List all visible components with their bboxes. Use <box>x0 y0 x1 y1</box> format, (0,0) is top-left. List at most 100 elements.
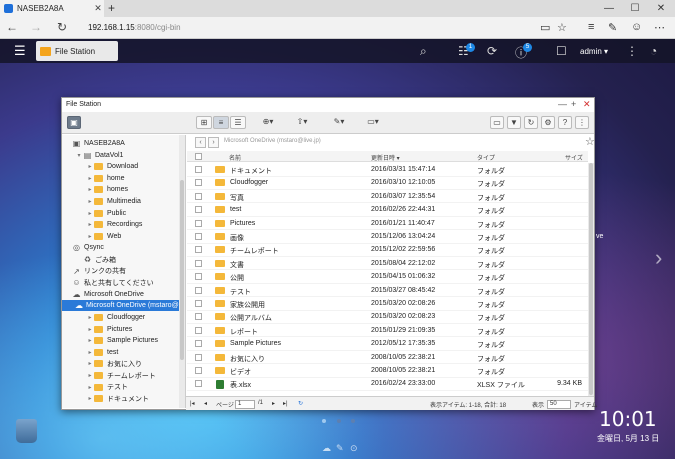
last-page-icon[interactable]: ▸| <box>283 400 288 407</box>
tree-item[interactable]: ♻ ごみ箱 <box>62 254 116 265</box>
bookmark-star-icon[interactable]: ☆ <box>585 135 595 148</box>
column-modified[interactable]: 更新日時 ▾ <box>371 153 400 162</box>
path-back-icon[interactable]: ‹ <box>195 137 206 148</box>
file-row[interactable]: お気に入り 2008/10/05 22:38:21 フォルダ <box>187 351 588 365</box>
tree-expand-icon[interactable]: ▸ <box>86 198 94 205</box>
tree-expand-icon[interactable]: ▸ <box>86 221 94 228</box>
tree-expand-icon[interactable]: ▸ <box>86 372 94 379</box>
row-checkbox[interactable] <box>195 367 202 374</box>
desktop-page-dot-2[interactable] <box>337 419 341 423</box>
web-note-icon[interactable]: ✎ <box>608 21 617 34</box>
file-list-scroll-thumb[interactable] <box>589 163 593 395</box>
detail-view-icon[interactable]: ☰ <box>230 116 246 129</box>
row-checkbox[interactable] <box>195 166 202 173</box>
next-page-icon[interactable]: ▸ <box>272 400 275 407</box>
tree-scrollbar[interactable] <box>179 135 185 408</box>
tree-item[interactable]: ▸ Web <box>62 231 121 242</box>
hub-icon[interactable]: ≡ <box>588 21 594 33</box>
dashboard-icon[interactable]: ◔ <box>650 44 657 58</box>
panel-toggle-icon[interactable]: ▣ <box>67 116 81 129</box>
thumbnail-view-icon[interactable]: ⊞ <box>196 116 212 129</box>
column-size[interactable]: サイズ <box>565 153 583 162</box>
file-row[interactable]: 公開 2015/04/15 01:06:32 フォルダ <box>187 270 588 284</box>
tree-expand-icon[interactable]: ▸ <box>86 314 94 321</box>
tree-expand-icon[interactable]: ▸ <box>86 210 94 217</box>
file-row[interactable]: 家族公開用 2015/03/20 02:08:26 フォルダ <box>187 297 588 311</box>
info-panel-icon[interactable]: ▭ <box>490 116 504 129</box>
help-icon[interactable]: ? <box>558 116 572 129</box>
myqnapcloud-icon[interactable]: ☁ <box>322 443 331 454</box>
file-row[interactable]: テスト 2015/03/27 08:45:42 フォルダ <box>187 284 588 298</box>
tree-expand-icon[interactable]: ▸ <box>86 326 94 333</box>
reading-view-icon[interactable]: ▭ <box>540 21 550 34</box>
page-input[interactable]: 1 <box>235 400 255 409</box>
recycle-bin-icon[interactable] <box>16 419 37 443</box>
file-station-taskbar-tab[interactable]: File Station <box>36 41 118 61</box>
window-maximize-button[interactable]: ☐ <box>622 0 648 17</box>
tree-item[interactable]: ▸ お気に入り <box>62 358 142 369</box>
desktop-page-dot-3[interactable] <box>351 419 355 423</box>
tree-expand-icon[interactable]: ▸ <box>86 233 94 240</box>
user-menu[interactable]: admin ▾ <box>580 47 608 56</box>
row-checkbox[interactable] <box>195 286 202 294</box>
select-all-checkbox[interactable] <box>195 153 202 160</box>
row-checkbox[interactable] <box>195 326 202 334</box>
tools-icon[interactable]: ✎▾ <box>328 116 350 129</box>
current-path[interactable]: Microsoft OneDrive (mstaro@live.jp) <box>224 138 321 144</box>
tree-expand-icon[interactable]: ▸ <box>86 384 94 391</box>
browser-tab[interactable]: NASEB2A8A ✕ <box>0 0 104 17</box>
row-checkbox[interactable] <box>195 300 202 307</box>
list-view-icon[interactable]: ≡ <box>213 116 229 129</box>
file-row[interactable]: ドキュメント 2016/03/31 15:47:14 フォルダ <box>187 163 588 177</box>
file-row[interactable]: Sample Pictures 2012/05/12 17:35:35 フォルダ <box>187 337 588 351</box>
create-icon[interactable]: ⊕▾ <box>257 116 279 129</box>
reload-icon[interactable]: ↻ <box>298 400 303 407</box>
next-desktop-icon[interactable]: › <box>655 245 662 271</box>
filter-icon[interactable]: ▼ <box>507 116 521 129</box>
new-tab-button[interactable]: + <box>108 1 115 15</box>
tree-item[interactable]: ◎ Qsync <box>62 242 104 253</box>
tree-expand-icon[interactable]: ▸ <box>86 349 94 356</box>
tree-expand-icon[interactable]: ▸ <box>86 186 94 193</box>
row-checkbox[interactable] <box>195 340 202 348</box>
row-checkbox[interactable] <box>195 353 202 361</box>
tools-dock-icon[interactable]: ✎ <box>336 443 344 454</box>
file-row[interactable]: test 2016/02/26 22:44:31 フォルダ <box>187 203 588 217</box>
file-row[interactable]: ビデオ 2008/10/05 22:38:21 フォルダ <box>187 364 588 378</box>
tree-item[interactable]: ▸ Recordings <box>62 219 142 230</box>
tree-scroll-thumb[interactable] <box>180 180 184 360</box>
external-device-icon[interactable]: ⟳ <box>487 44 497 58</box>
file-row[interactable]: 画像 2015/12/06 13:04:24 フォルダ <box>187 230 588 244</box>
tree-item[interactable]: ▸ Public <box>62 208 126 219</box>
upload-icon[interactable]: ⇧▾ <box>291 116 313 129</box>
refresh-list-icon[interactable]: ↻ <box>524 116 538 129</box>
tree-item[interactable]: ▸ Download <box>62 161 138 172</box>
row-checkbox[interactable] <box>195 233 202 240</box>
tree-expand-icon[interactable]: ▸ <box>86 163 94 170</box>
row-checkbox[interactable] <box>195 219 202 227</box>
page-size-select[interactable]: 50 <box>547 400 571 409</box>
favorite-star-icon[interactable]: ☆ <box>557 21 567 34</box>
tree-item[interactable]: ☁Microsoft OneDrive (mstaro@live.jp) <box>62 300 185 312</box>
row-checkbox[interactable] <box>195 313 202 321</box>
more-options-icon[interactable]: ⋮ <box>575 116 589 129</box>
refresh-icon[interactable]: ↻ <box>54 20 70 34</box>
tree-expand-icon[interactable]: ▾ <box>75 152 83 159</box>
prev-page-icon[interactable]: ◂ <box>204 400 207 407</box>
row-checkbox[interactable] <box>195 179 202 187</box>
desktop-page-dot-1[interactable] <box>322 419 326 423</box>
tree-item[interactable]: ▸ チームレポート <box>62 370 156 381</box>
row-checkbox[interactable] <box>195 273 202 281</box>
tree-expand-icon[interactable]: ▸ <box>86 395 94 402</box>
row-checkbox[interactable] <box>195 192 202 200</box>
file-row[interactable]: 公開アルバム 2015/03/20 02:08:23 フォルダ <box>187 310 588 324</box>
file-row[interactable]: Pictures 2016/01/21 11:40:47 フォルダ <box>187 217 588 231</box>
file-row[interactable]: 文書 2015/08/04 22:12:02 フォルダ <box>187 257 588 271</box>
row-checkbox[interactable] <box>195 246 202 254</box>
window-maximize-icon[interactable]: + <box>571 99 576 109</box>
tree-item[interactable]: ▣ NASEB2A8A <box>62 138 125 149</box>
main-menu-icon[interactable]: ☰ <box>14 43 26 59</box>
row-checkbox[interactable] <box>195 380 202 388</box>
remote-mount-icon[interactable]: ▭▾ <box>362 116 384 129</box>
tree-expand-icon[interactable]: ▸ <box>86 175 94 182</box>
